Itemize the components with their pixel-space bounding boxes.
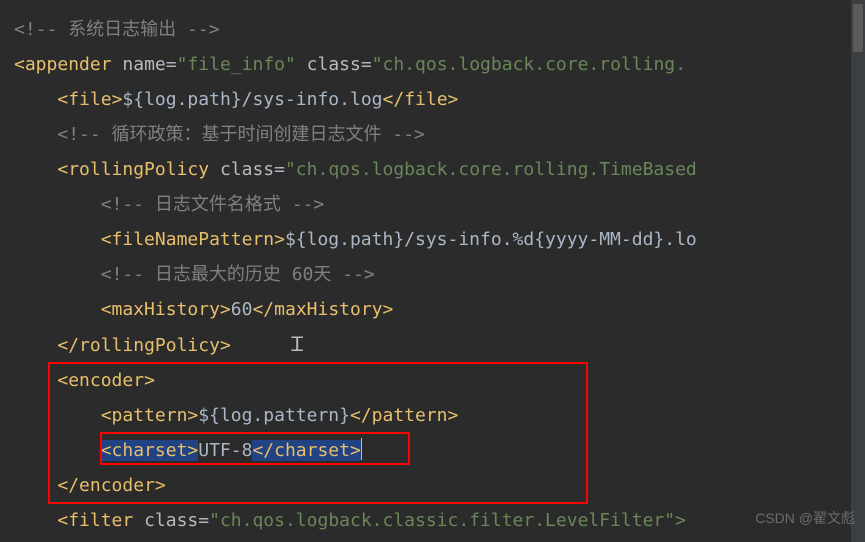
watermark: CSDN @翟文彪: [755, 501, 855, 536]
code-line: <!-- 日志最大的历史 60天 -->: [14, 257, 865, 292]
code-line: <pattern>${log.pattern}</pattern>: [14, 398, 865, 433]
code-line: <filter class="ch.qos.logback.classic.fi…: [14, 503, 865, 538]
code-editor[interactable]: <!-- 系统日志输出 --> <appender name="file_inf…: [0, 0, 865, 538]
code-line: <charset>UTF-8</charset>: [14, 433, 865, 468]
code-line: <fileNamePattern>${log.path}/sys-info.%d…: [14, 222, 865, 257]
code-line: <!-- 系统日志输出 -->: [14, 12, 865, 47]
code-line: <appender name="file_info" class="ch.qos…: [14, 47, 865, 82]
caret-icon: [361, 438, 362, 460]
scrollbar-thumb[interactable]: [853, 4, 863, 52]
text-cursor-icon: Ꮖ: [231, 332, 304, 356]
code-line: <rollingPolicy class="ch.qos.logback.cor…: [14, 152, 865, 187]
xml-comment: <!-- 日志最大的历史 60天 -->: [101, 264, 375, 285]
xml-comment: <!-- 系统日志输出 -->: [14, 19, 220, 40]
code-line: <!-- 日志文件名格式 -->: [14, 187, 865, 222]
code-line: </rollingPolicy> Ꮖ: [14, 327, 865, 363]
code-line: <!-- 循环政策：基于时间创建日志文件 -->: [14, 117, 865, 152]
code-line: <file>${log.path}/sys-info.log</file>: [14, 82, 865, 117]
xml-comment: <!-- 日志文件名格式 -->: [101, 194, 325, 215]
vertical-scrollbar[interactable]: [851, 0, 865, 542]
xml-comment: <!-- 循环政策：基于时间创建日志文件 -->: [57, 124, 425, 145]
code-line: <maxHistory>60</maxHistory>: [14, 292, 865, 327]
code-line: <encoder>: [14, 363, 865, 398]
code-line: </encoder>: [14, 468, 865, 503]
